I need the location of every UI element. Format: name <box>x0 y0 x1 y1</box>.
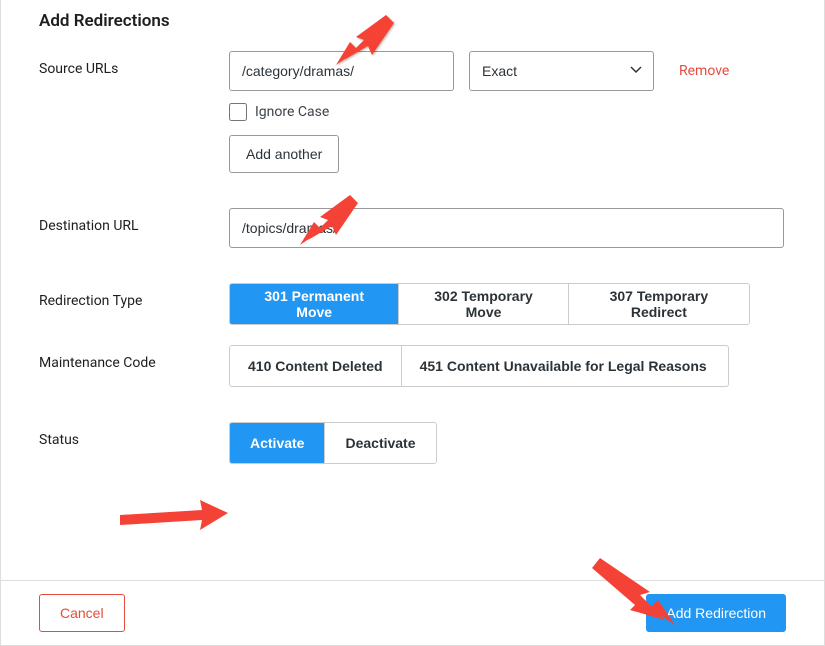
maintenance-code-group: 410 Content Deleted 451 Content Unavaila… <box>229 345 729 387</box>
status-deactivate-button[interactable]: Deactivate <box>325 423 435 463</box>
maintenance-code-410-button[interactable]: 410 Content Deleted <box>230 346 402 386</box>
status-controls: Activate Deactivate <box>229 422 794 464</box>
destination-url-label: Destination URL <box>39 208 229 248</box>
redirection-type-label: Redirection Type <box>39 283 229 325</box>
page-title: Add Redirections <box>1 5 824 51</box>
destination-url-row: Destination URL <box>1 208 824 248</box>
redirection-type-307-button[interactable]: 307 Temporary Redirect <box>569 284 749 324</box>
cancel-button[interactable]: Cancel <box>39 594 125 632</box>
match-type-select[interactable]: Exact <box>469 51 654 91</box>
remove-source-link[interactable]: Remove <box>679 63 729 79</box>
ignore-case-checkbox[interactable] <box>229 103 247 121</box>
status-activate-button[interactable]: Activate <box>230 423 325 463</box>
chevron-down-icon <box>630 66 642 74</box>
add-another-button[interactable]: Add another <box>229 135 339 173</box>
status-group: Activate Deactivate <box>229 422 437 464</box>
footer-bar: Cancel Add Redirection <box>0 580 825 646</box>
match-type-select-wrap: Exact <box>469 51 654 91</box>
add-redirection-button[interactable]: Add Redirection <box>646 594 786 632</box>
maintenance-code-controls: 410 Content Deleted 451 Content Unavaila… <box>229 345 794 387</box>
ignore-case-label: Ignore Case <box>255 104 329 120</box>
source-urls-controls: Exact Remove Ignore Case Add another <box>229 51 794 173</box>
status-row: Status Activate Deactivate <box>1 422 824 464</box>
maintenance-code-451-button[interactable]: 451 Content Unavailable for Legal Reason… <box>402 346 725 386</box>
maintenance-code-label: Maintenance Code <box>39 345 229 387</box>
source-url-line: Exact Remove <box>229 51 794 91</box>
redirection-type-row: Redirection Type 301 Permanent Move 302 … <box>1 283 824 325</box>
source-urls-label: Source URLs <box>39 51 229 173</box>
redirection-type-group: 301 Permanent Move 302 Temporary Move 30… <box>229 283 750 325</box>
destination-url-controls <box>229 208 794 248</box>
destination-url-input[interactable] <box>229 208 784 248</box>
source-urls-row: Source URLs Exact Remove Ignore Case Add… <box>1 51 824 173</box>
redirection-type-controls: 301 Permanent Move 302 Temporary Move 30… <box>229 283 794 325</box>
ignore-case-row: Ignore Case <box>229 103 794 121</box>
redirection-type-301-button[interactable]: 301 Permanent Move <box>230 284 399 324</box>
main-panel: Add Redirections Source URLs Exact Remov… <box>0 0 825 580</box>
source-url-input[interactable] <box>229 51 454 91</box>
status-label: Status <box>39 422 229 464</box>
maintenance-code-row: Maintenance Code 410 Content Deleted 451… <box>1 345 824 387</box>
redirection-type-302-button[interactable]: 302 Temporary Move <box>399 284 568 324</box>
